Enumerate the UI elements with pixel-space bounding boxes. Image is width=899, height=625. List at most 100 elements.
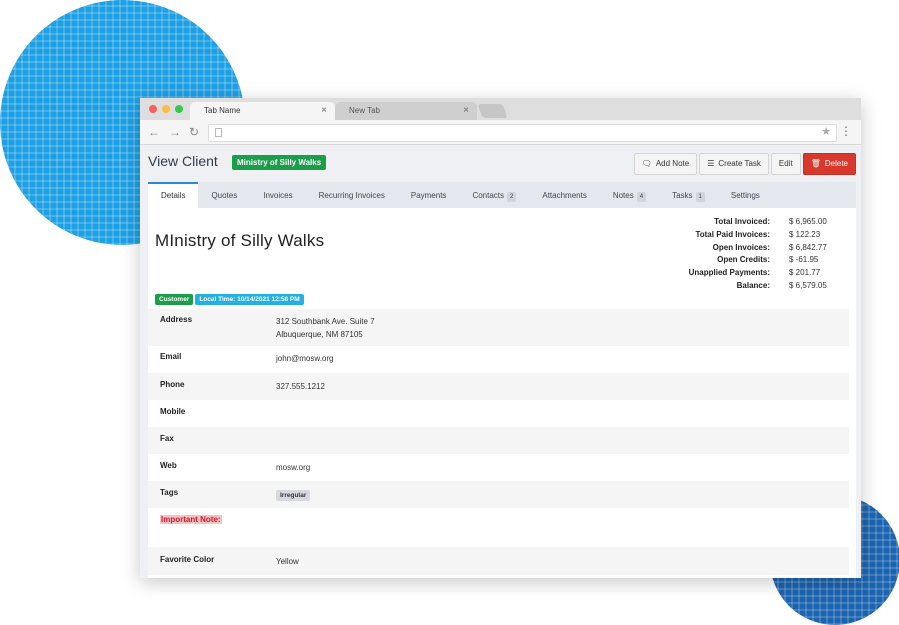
address-bar: ← → ↻ ★ ⋮ <box>140 120 861 145</box>
maximize-window-button[interactable] <box>175 105 183 113</box>
tags-value: Irregular <box>276 488 311 502</box>
new-tab-button[interactable] <box>477 104 508 118</box>
info-row-important-note: Important Note: <box>148 508 849 547</box>
edit-label: Edit <box>778 159 793 168</box>
summary-value: $ 6,965.00 <box>789 217 827 226</box>
info-label: Mobile <box>160 407 186 416</box>
browser-tab-label: Tab Name <box>204 106 241 115</box>
browser-tab-label: New Tab <box>349 106 380 115</box>
bookmark-star-icon[interactable]: ★ <box>821 125 831 138</box>
tab-details[interactable]: Details <box>148 182 199 208</box>
create-task-label: Create Task <box>718 159 761 168</box>
financial-summary: Total Invoiced: $ 6,965.00 Total Paid Inv… <box>663 216 827 293</box>
tab-payments[interactable]: Payments <box>398 182 460 208</box>
info-label: Fax <box>160 434 174 443</box>
reload-icon[interactable]: ↻ <box>189 125 199 139</box>
tab-quotes[interactable]: Quotes <box>198 182 250 208</box>
tab-label: Settings <box>730 191 760 200</box>
tab-attachments[interactable]: Attachments <box>529 182 599 208</box>
address-line-1: 312 Southbank Ave. Suite 7 <box>276 317 375 326</box>
count-badge: 1 <box>695 192 705 202</box>
forward-arrow-icon[interactable]: → <box>169 125 181 139</box>
summary-label: Total Invoiced: <box>714 217 770 226</box>
tab-label: Payments <box>410 191 447 200</box>
tab-label: Recurring Invoices <box>318 191 385 200</box>
edit-button[interactable]: Edit <box>770 153 801 175</box>
page-icon <box>215 128 222 137</box>
info-label: Web <box>160 461 177 470</box>
client-badges: Customer Local Time: 10/14/2021 12:58 PM <box>155 294 304 305</box>
summary-row: Unapplied Payments: $ 201.77 <box>663 267 827 280</box>
tab-label: Quotes <box>211 191 238 200</box>
info-row-favorite-color: Favorite Color Yellow <box>148 547 849 575</box>
minimize-window-button[interactable] <box>162 105 170 113</box>
local-time-badge: Local Time: 10/14/2021 12:58 PM <box>195 294 304 305</box>
info-row-mobile: Mobile <box>148 400 849 427</box>
favorite-color-value: Yellow <box>276 557 299 566</box>
client-tabs: Details Quotes Invoices Recurring Invoic… <box>148 182 856 208</box>
info-label: Address <box>160 315 193 324</box>
summary-row: Total Paid Invoices: $ 122.23 <box>663 229 827 242</box>
info-row-fax: Fax <box>148 427 849 454</box>
summary-value: $ -61.95 <box>789 255 819 265</box>
tab-recurring-invoices[interactable]: Recurring Invoices <box>306 182 398 208</box>
tab-invoices[interactable]: Invoices <box>250 182 305 208</box>
browser-titlebar: Tab Name × New Tab × <box>140 98 861 120</box>
address-value: 312 Southbank Ave. Suite 7 Albuquerque, … <box>276 315 375 341</box>
tab-label: Tasks <box>672 191 693 200</box>
app-content: View Client Ministry of Silly Walks 🗨 Ad… <box>140 145 861 578</box>
delete-button[interactable]: 🗑 Delete <box>802 153 856 175</box>
tab-label: Details <box>161 191 186 200</box>
summary-value: $ 6,579.05 <box>789 280 827 290</box>
action-buttons: 🗨 Add Note ☰ Create Task Edit 🗑 Delete <box>632 153 856 175</box>
important-note-label: Important Note: <box>160 515 222 524</box>
close-tab-icon[interactable]: × <box>463 102 469 120</box>
summary-label: Open Credits: <box>717 255 770 265</box>
client-name-badge: Ministry of Silly Walks <box>232 155 327 170</box>
browser-tab-inactive[interactable]: New Tab × <box>335 102 477 120</box>
summary-value: $ 122.23 <box>789 229 821 239</box>
close-tab-icon[interactable]: × <box>321 102 327 120</box>
summary-row: Total Invoiced: $ 6,965.00 <box>663 216 827 229</box>
summary-row: Open Credits: $ -61.95 <box>663 254 827 267</box>
summary-label: Total Paid Invoices: <box>695 229 770 239</box>
back-arrow-icon[interactable]: ← <box>148 125 160 139</box>
info-label: Favorite Color <box>160 555 215 564</box>
client-info-table: Address 312 Southbank Ave. Suite 7 Albuq… <box>148 309 849 575</box>
details-panel: MInistry of Silly Walks Total Invoiced: $… <box>148 208 856 578</box>
info-label: Important Note: <box>160 515 276 524</box>
address-line-2: Albuquerque, NM 87105 <box>276 330 363 339</box>
summary-label: Unapplied Payments: <box>688 268 770 278</box>
tab-label: Contacts <box>472 191 505 200</box>
tab-tasks[interactable]: Tasks 1 <box>659 182 718 208</box>
browser-tab-active[interactable]: Tab Name × <box>190 102 335 120</box>
delete-label: Delete <box>824 159 848 168</box>
summary-value: $ 6,842.77 <box>789 242 827 252</box>
client-name-heading: MInistry of Silly Walks <box>155 231 325 250</box>
menu-dots-icon[interactable]: ⋮ <box>840 124 852 138</box>
tab-contacts[interactable]: Contacts 2 <box>459 182 529 208</box>
summary-row: Open Invoices: $ 6,842.77 <box>663 242 827 255</box>
comment-icon: 🗨 <box>641 159 652 168</box>
info-label: Phone <box>160 380 185 389</box>
info-row-email: Email john@mosw.org <box>148 346 849 373</box>
summary-value: $ 201.77 <box>789 268 821 278</box>
web-link[interactable]: mosw.org <box>276 461 310 474</box>
phone-value: 327.555.1212 <box>276 382 325 391</box>
tab-notes[interactable]: Notes 4 <box>600 182 659 208</box>
tag-badge[interactable]: Irregular <box>276 490 311 501</box>
info-row-phone: Phone 327.555.1212 <box>148 373 849 400</box>
summary-label: Balance: <box>736 280 770 290</box>
create-task-button[interactable]: ☰ Create Task <box>699 153 769 175</box>
tab-settings[interactable]: Settings <box>718 182 773 208</box>
tab-label: Invoices <box>263 191 293 200</box>
info-row-tags: Tags Irregular <box>148 481 849 508</box>
email-link[interactable]: john@mosw.org <box>276 352 333 365</box>
info-label: Email <box>160 352 182 361</box>
customer-status-badge: Customer <box>155 294 194 305</box>
page-title: View Client <box>148 153 218 169</box>
close-window-button[interactable] <box>149 105 157 113</box>
add-note-button[interactable]: 🗨 Add Note <box>633 153 698 175</box>
count-badge: 2 <box>507 192 517 202</box>
url-input[interactable]: ★ <box>208 124 837 142</box>
